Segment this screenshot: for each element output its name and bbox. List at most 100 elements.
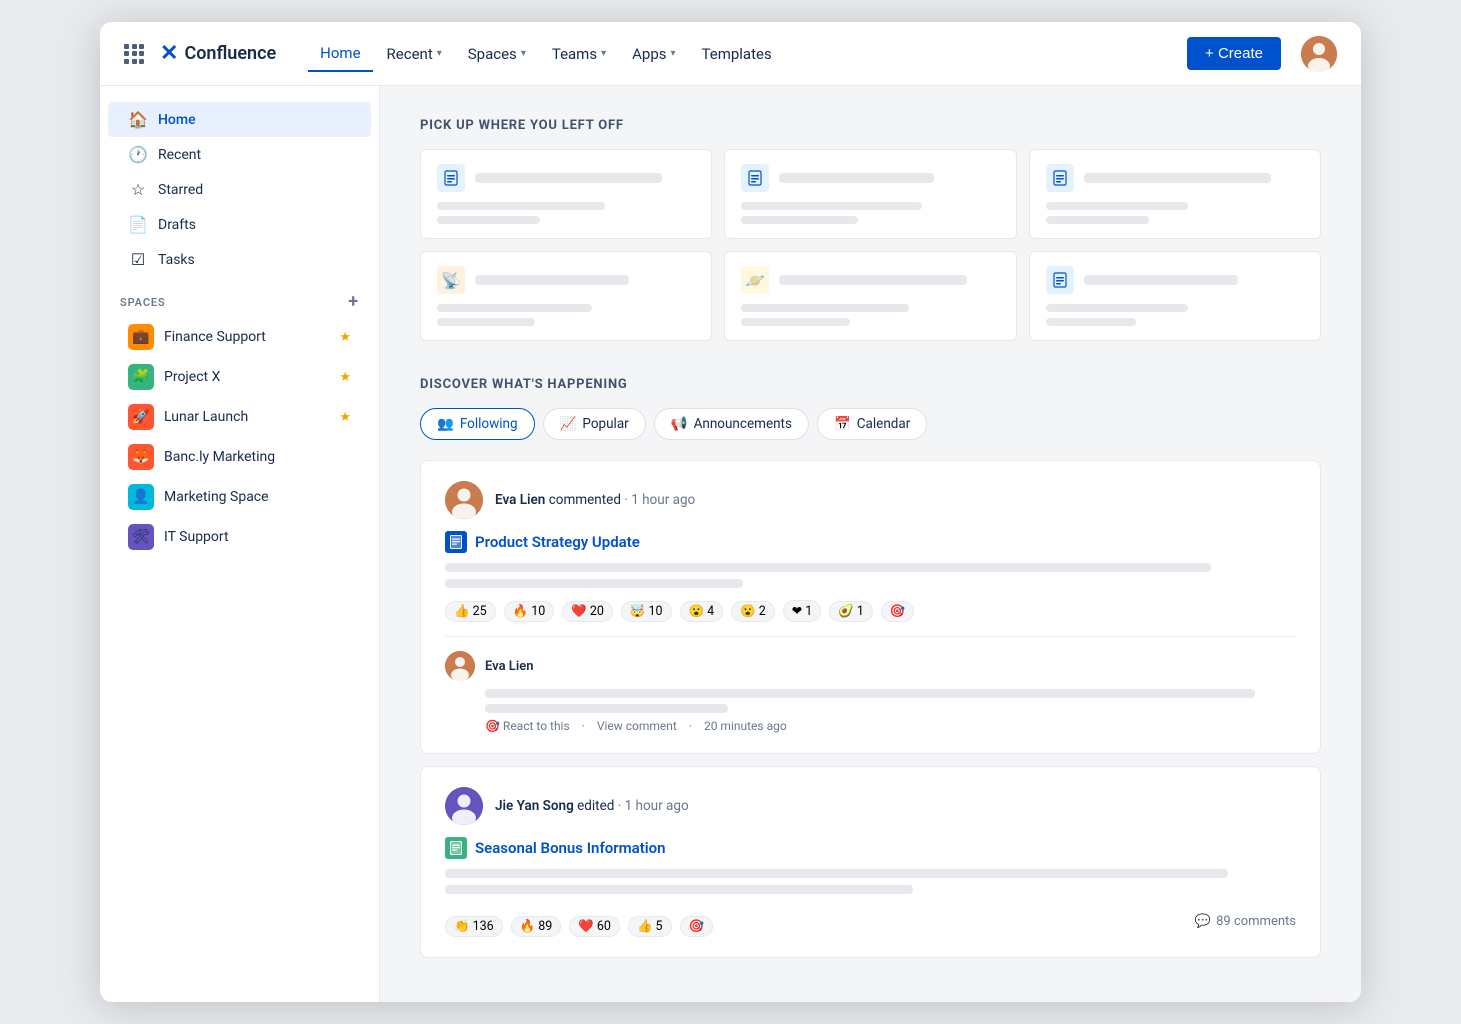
sidebar-starred-label: Starred <box>158 182 203 198</box>
activity-card: Eva Lien commented · 1 hour ago Product … <box>420 460 1321 754</box>
nav-home[interactable]: Home <box>308 36 372 72</box>
placeholder-bar <box>437 318 535 326</box>
following-icon: 👥 <box>437 416 454 432</box>
sidebar-item-project-x[interactable]: 🧩 Project X ★ <box>108 357 371 397</box>
tab-following-label: Following <box>460 416 518 432</box>
sidebar-item-starred[interactable]: ☆ Starred <box>108 172 371 207</box>
reaction-thumbsup[interactable]: 👍 25 <box>445 601 496 622</box>
activity-page-link[interactable]: Seasonal Bonus Information <box>445 837 1296 859</box>
reaction-heart2[interactable]: ❤ 1 <box>783 600 822 622</box>
chevron-down-icon: ▾ <box>670 48 675 59</box>
placeholder-bar <box>437 202 605 210</box>
reaction-heart[interactable]: ❤️ 20 <box>562 601 613 622</box>
recent-card[interactable]: 📡 <box>420 251 712 341</box>
placeholder-bar <box>1046 304 1188 312</box>
tab-following[interactable]: 👥 Following <box>420 408 535 440</box>
star-icon: ☆ <box>128 180 148 199</box>
placeholder-bar <box>741 216 857 224</box>
comment-footer: 🎯 React to this · View comment · 20 minu… <box>445 719 1296 733</box>
user-avatar[interactable] <box>1301 36 1337 72</box>
drafts-icon: 📄 <box>128 215 148 234</box>
recent-card[interactable] <box>724 149 1016 239</box>
create-button[interactable]: + Create <box>1187 37 1281 70</box>
space-icon: 🦊 <box>128 444 154 470</box>
sidebar-item-home[interactable]: 🏠 Home <box>108 102 371 137</box>
placeholder-bar <box>445 579 743 588</box>
apps-grid-icon[interactable] <box>124 44 144 64</box>
sidebar-item-drafts[interactable]: 📄 Drafts <box>108 207 371 242</box>
tab-announcements[interactable]: 📢 Announcements <box>654 408 809 440</box>
reaction-clap[interactable]: 👏 136 <box>445 916 503 937</box>
content-area: PICK UP WHERE YOU LEFT OFF <box>380 86 1361 1002</box>
reaction-avocado[interactable]: 🥑 1 <box>829 601 873 622</box>
doc-icon <box>1046 266 1074 294</box>
space-icon: 🛠 <box>128 524 154 550</box>
discover-section-title: DISCOVER WHAT'S HAPPENING <box>420 377 1321 392</box>
sidebar-tasks-label: Tasks <box>158 252 195 268</box>
reaction-target[interactable]: 🎯 <box>881 601 915 622</box>
nav-spaces[interactable]: Spaces ▾ <box>456 37 538 71</box>
tab-calendar[interactable]: 📅 Calendar <box>817 408 927 440</box>
recent-card[interactable] <box>1029 149 1321 239</box>
reaction-heart[interactable]: ❤️ 60 <box>569 916 620 937</box>
star-icon: ★ <box>339 330 351 345</box>
placeholder-bar <box>445 885 913 894</box>
recent-card[interactable] <box>1029 251 1321 341</box>
sidebar-recent-label: Recent <box>158 147 201 163</box>
sidebar-item-finance-support[interactable]: 💼 Finance Support ★ <box>108 317 371 357</box>
sidebar-item-recent[interactable]: 🕐 Recent <box>108 137 371 172</box>
star-icon: ★ <box>339 370 351 385</box>
reaction-fire[interactable]: 🔥 10 <box>504 601 555 622</box>
view-comment-link[interactable]: View comment <box>597 719 677 733</box>
add-space-button[interactable]: + <box>348 293 359 311</box>
placeholder-bar <box>475 275 629 285</box>
space-icon: 💼 <box>128 324 154 350</box>
comments-count[interactable]: 💬 89 comments <box>1195 914 1296 929</box>
sidebar-item-lunar-launch[interactable]: 🚀 Lunar Launch ★ <box>108 397 371 437</box>
satellite-icon: 📡 <box>437 266 465 294</box>
sidebar-item-it-support[interactable]: 🛠 IT Support <box>108 517 371 557</box>
nav-links: Home Recent ▾ Spaces ▾ Teams ▾ Apps ▾ Te… <box>308 36 1183 72</box>
placeholder-bar <box>485 704 728 713</box>
sidebar-item-tasks[interactable]: ☑ Tasks <box>108 242 371 277</box>
activity-card: Jie Yan Song edited · 1 hour ago Seasona… <box>420 766 1321 958</box>
activity-meta: Jie Yan Song edited · 1 hour ago <box>495 798 689 814</box>
reaction-surprised[interactable]: 😮 4 <box>680 601 724 622</box>
placeholder-bar <box>1046 202 1188 210</box>
nav-teams[interactable]: Teams ▾ <box>540 37 618 71</box>
tab-calendar-label: Calendar <box>857 416 911 432</box>
placeholder-bar <box>437 304 592 312</box>
activity-user: Jie Yan Song <box>495 798 574 814</box>
react-to-this-link[interactable]: 🎯 React to this <box>485 719 570 733</box>
placeholder-bar <box>1084 173 1271 183</box>
sidebar-drafts-label: Drafts <box>158 217 196 233</box>
activity-action: edited <box>577 798 614 814</box>
tab-popular[interactable]: 📈 Popular <box>543 408 646 440</box>
clock-icon: 🕐 <box>128 145 148 164</box>
activity-header: Jie Yan Song edited · 1 hour ago <box>445 787 1296 825</box>
reaction-target[interactable]: 🎯 <box>680 916 714 937</box>
discover-tabs: 👥 Following 📈 Popular 📢 Announcements 📅 … <box>420 408 1321 440</box>
nav-recent[interactable]: Recent ▾ <box>375 37 454 71</box>
nav-apps[interactable]: Apps ▾ <box>620 37 687 71</box>
placeholder-bar <box>779 173 933 183</box>
space-name: Project X <box>164 369 329 385</box>
placeholder-bar <box>475 173 662 183</box>
sidebar-item-bancly-marketing[interactable]: 🦊 Banc.ly Marketing <box>108 437 371 477</box>
sidebar-item-marketing-space[interactable]: 👤 Marketing Space <box>108 477 371 517</box>
activity-page-link[interactable]: Product Strategy Update <box>445 531 1296 553</box>
chevron-down-icon: ▾ <box>521 48 526 59</box>
recent-card[interactable] <box>420 149 712 239</box>
nav-templates[interactable]: Templates <box>690 37 784 71</box>
reaction-mindblown[interactable]: 🤯 10 <box>621 601 672 622</box>
logo[interactable]: ✕ Confluence <box>160 41 276 66</box>
activity-time: 1 hour ago <box>631 492 695 508</box>
recent-card[interactable]: 🪐 <box>724 251 1016 341</box>
placeholder-bar <box>779 275 966 285</box>
reaction-surprised2[interactable]: 😮 2 <box>731 601 775 622</box>
reaction-fire[interactable]: 🔥 89 <box>511 916 562 937</box>
space-name: Banc.ly Marketing <box>164 449 351 465</box>
pickup-section-title: PICK UP WHERE YOU LEFT OFF <box>420 118 1321 133</box>
announcements-icon: 📢 <box>671 416 688 432</box>
reaction-thumbsup[interactable]: 👍 5 <box>628 916 672 937</box>
